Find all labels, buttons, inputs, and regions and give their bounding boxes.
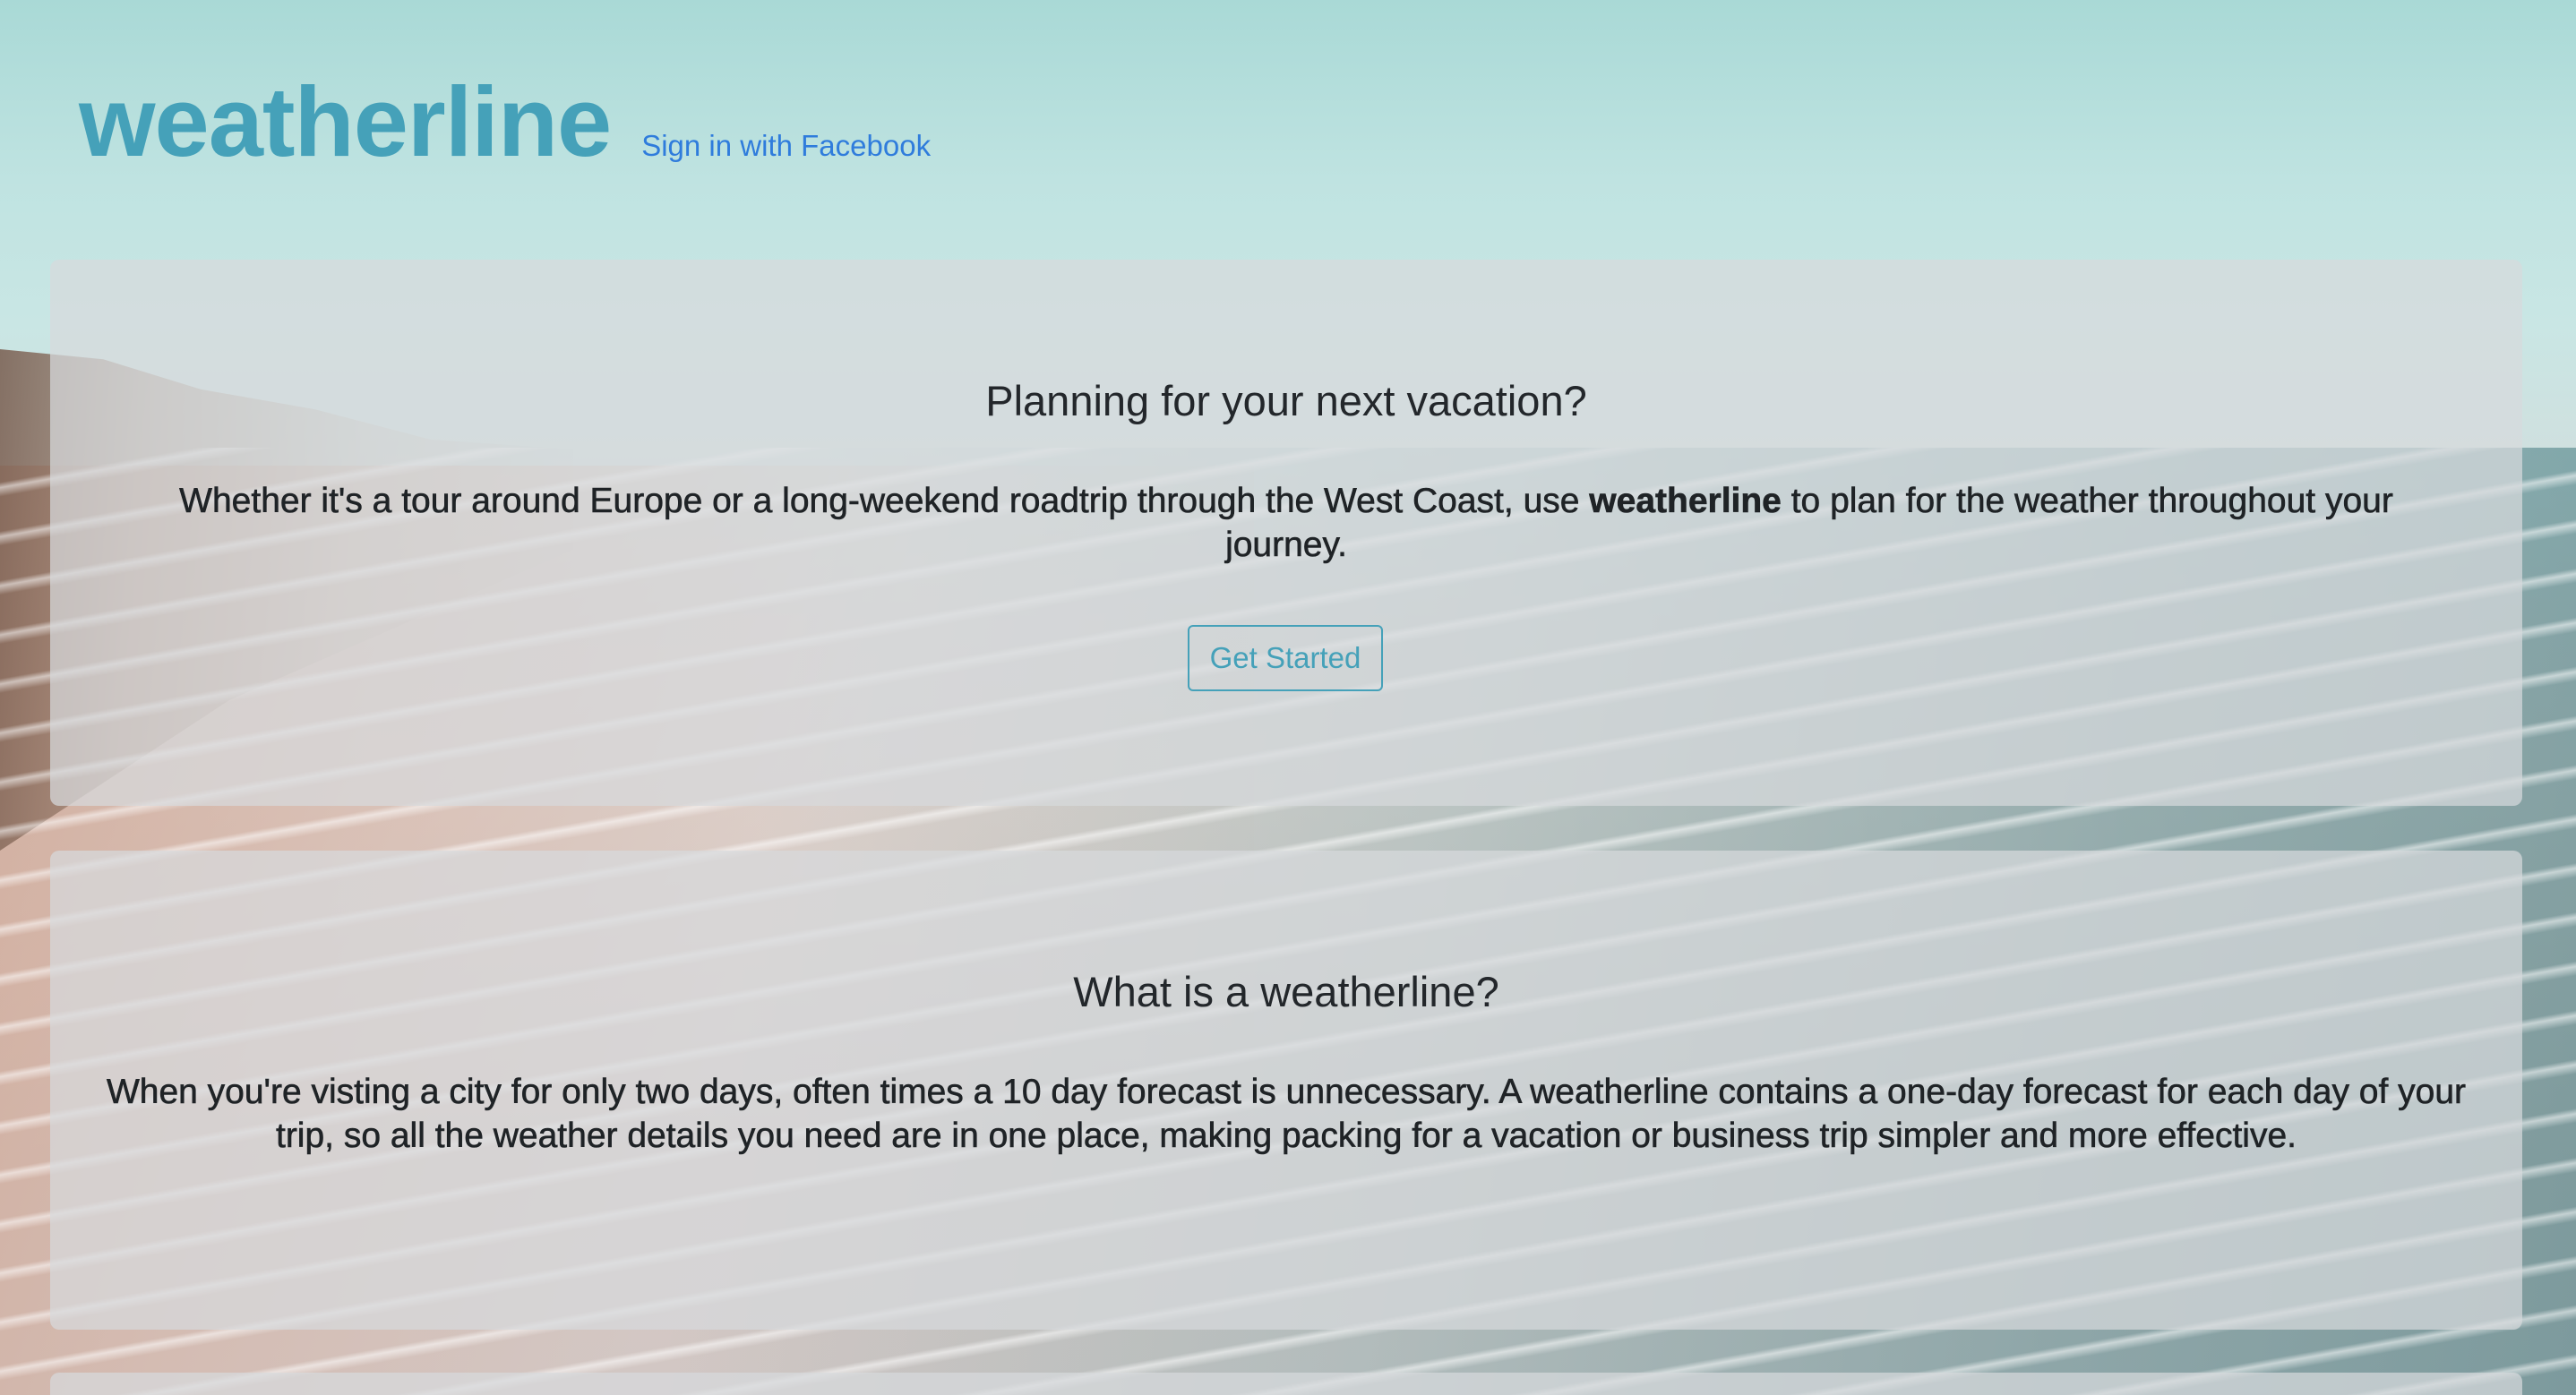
about-description: When you're visting a city for only two … bbox=[106, 1073, 2467, 1156]
sign-in-facebook-link[interactable]: Sign in with Facebook bbox=[641, 129, 931, 163]
next-panel bbox=[50, 1373, 2522, 1395]
logo[interactable]: weatherline bbox=[79, 73, 612, 172]
hero-title: Planning for your next vacation? bbox=[985, 377, 1587, 424]
hero-text-brand: weatherline bbox=[1589, 482, 1782, 521]
site-header: weatherline Sign in with Facebook bbox=[79, 73, 931, 172]
hero-panel: Planning for your next vacation? Whether… bbox=[50, 260, 2522, 806]
about-title: What is a weatherline? bbox=[1073, 968, 1499, 1015]
hero-text-before: Whether it's a tour around Europe or a l… bbox=[179, 482, 1590, 521]
hero-description: Whether it's a tour around Europe or a l… bbox=[140, 479, 2433, 567]
get-started-button[interactable]: Get Started bbox=[1188, 625, 1383, 691]
about-panel: What is a weatherline? When you're visti… bbox=[50, 851, 2522, 1330]
